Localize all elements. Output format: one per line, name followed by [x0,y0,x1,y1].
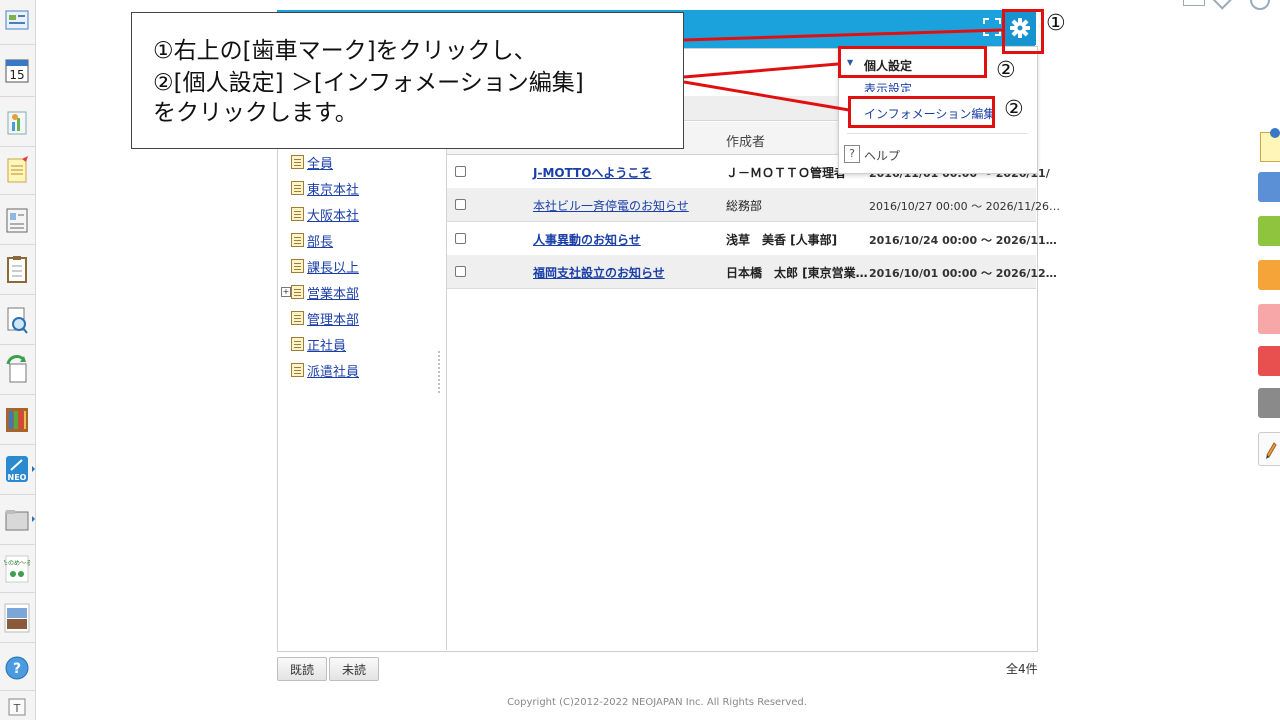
marker-two-info: ② [1004,97,1024,122]
personal-settings-highlight-box [838,46,987,78]
marker-one: ① [1046,11,1066,36]
info-edit-highlight-box [848,96,995,128]
marker-two-personal: ② [996,58,1016,83]
gear-highlight-box [1002,9,1044,54]
annotation-lines [683,28,1004,112]
